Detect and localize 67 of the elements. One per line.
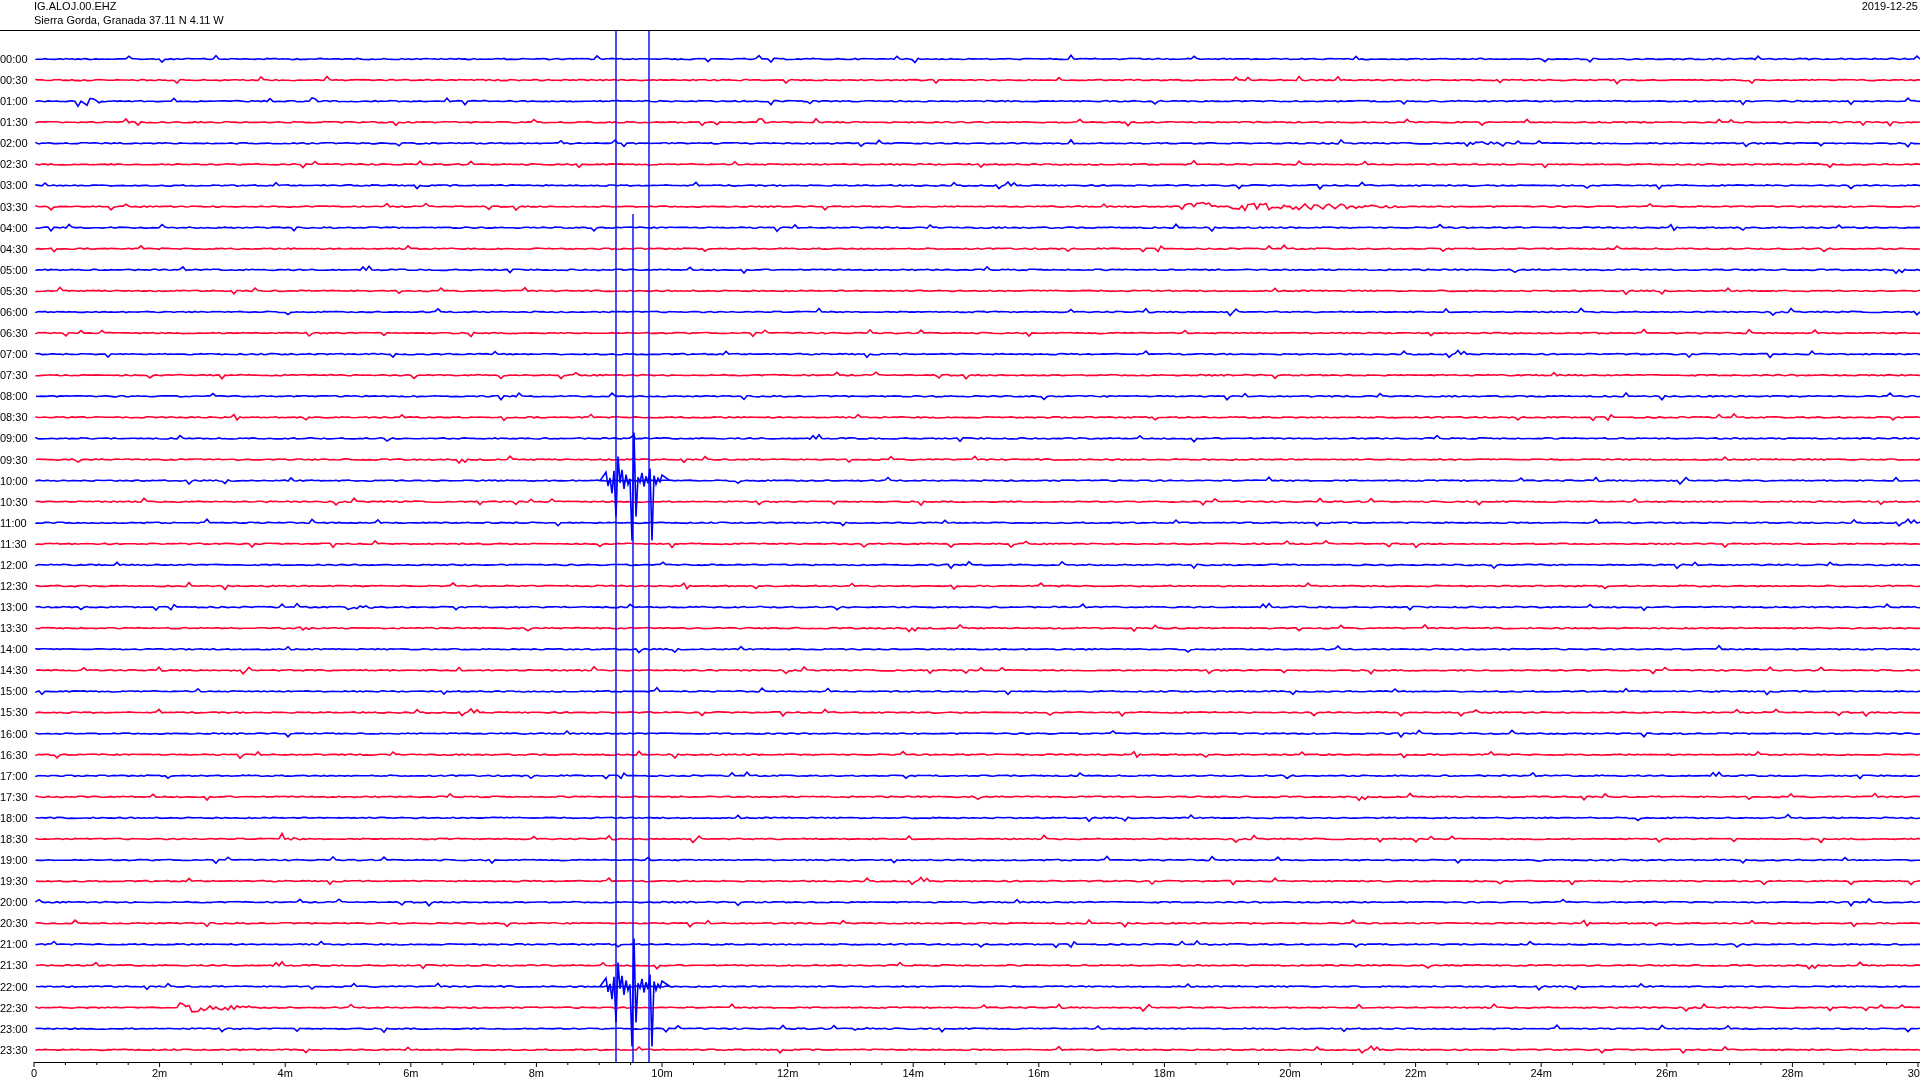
axis-tick-label: 18m [1153,1067,1176,1079]
hour-label: 13:30 [0,622,28,635]
axis-tick-label: 26m [1656,1067,1678,1079]
hour-label: 12:00 [0,558,28,571]
hour-label: 16:00 [0,727,28,740]
hour-label: 09:00 [0,432,28,445]
hour-label: 00:00 [0,53,28,65]
hour-label: 11:30 [0,537,27,550]
hour-label: 05:30 [0,284,28,297]
hour-label: 18:00 [0,811,28,824]
axis-tick-label: 6m [403,1067,419,1079]
date-label: 2019-12-25 [1861,0,1918,12]
hour-label: 08:00 [0,390,28,403]
axis-tick-label: 12m [776,1067,799,1079]
hour-label: 03:00 [0,179,28,192]
hour-label: 19:30 [0,875,28,888]
axis-tick-label: 4m [277,1067,293,1079]
hour-label: 01:30 [0,116,28,129]
hour-label: 09:30 [0,453,28,466]
hour-label: 15:00 [0,685,28,698]
hour-label: 11:00 [0,516,27,529]
hour-label: 01:00 [0,95,28,108]
axis-tick-label: 0 [30,1067,38,1079]
hour-label: 10:00 [0,474,28,487]
hour-label: 23:30 [0,1043,28,1056]
hour-label: 15:30 [0,706,28,719]
hour-label: 22:30 [0,1001,28,1014]
hour-label: 07:00 [0,348,28,361]
hour-label: 17:30 [0,790,28,803]
hour-label: 17:00 [0,769,28,782]
axis-tick-label: 24m [1530,1067,1552,1079]
hour-label: 18:30 [0,832,28,845]
hour-label: 21:00 [0,938,28,951]
hour-label: 04:00 [0,221,28,234]
hour-label: 02:30 [0,158,28,171]
hour-label: 20:00 [0,896,28,909]
hour-label: 08:30 [0,411,28,424]
axis-tick-label: 16m [1028,1067,1050,1079]
hour-label: 19:00 [0,854,28,867]
hour-label: 06:00 [0,305,28,318]
hour-label: 06:30 [0,327,28,340]
axis-tick-label: 10m [651,1067,673,1079]
hour-label: 22:00 [0,980,28,993]
hour-label: 10:30 [0,495,28,508]
hour-label: 04:30 [0,242,28,255]
axis-tick-label: 30 [1907,1067,1920,1079]
hour-label: 23:00 [0,1022,28,1035]
station-location: Sierra Gorda, Granada 37.11 N 4.11 W [34,14,224,26]
hour-label: 14:30 [0,664,28,677]
station-code: IG.ALOJ.00.EHZ [34,0,117,12]
hour-label: 05:00 [0,263,28,276]
hour-label: 02:00 [0,137,28,150]
hour-label: 12:30 [0,580,28,592]
hour-label: 21:30 [0,959,28,972]
hour-label: 07:30 [0,369,28,382]
axis-tick-label: 28m [1781,1067,1804,1079]
hour-label: 13:00 [0,601,28,614]
hour-label: 20:30 [0,917,28,930]
hour-label: 03:30 [0,200,28,213]
axis-tick-label: 8m [528,1067,545,1079]
hour-label: 00:30 [0,74,28,87]
hour-label: 16:30 [0,748,28,761]
axis-tick-label: 20m [1279,1067,1301,1079]
hour-label: 14:00 [0,643,28,656]
axis-tick-label: 14m [902,1067,924,1079]
axis-tick-label: 22m [1404,1067,1427,1079]
axis-tick-label: 2m [151,1067,168,1079]
